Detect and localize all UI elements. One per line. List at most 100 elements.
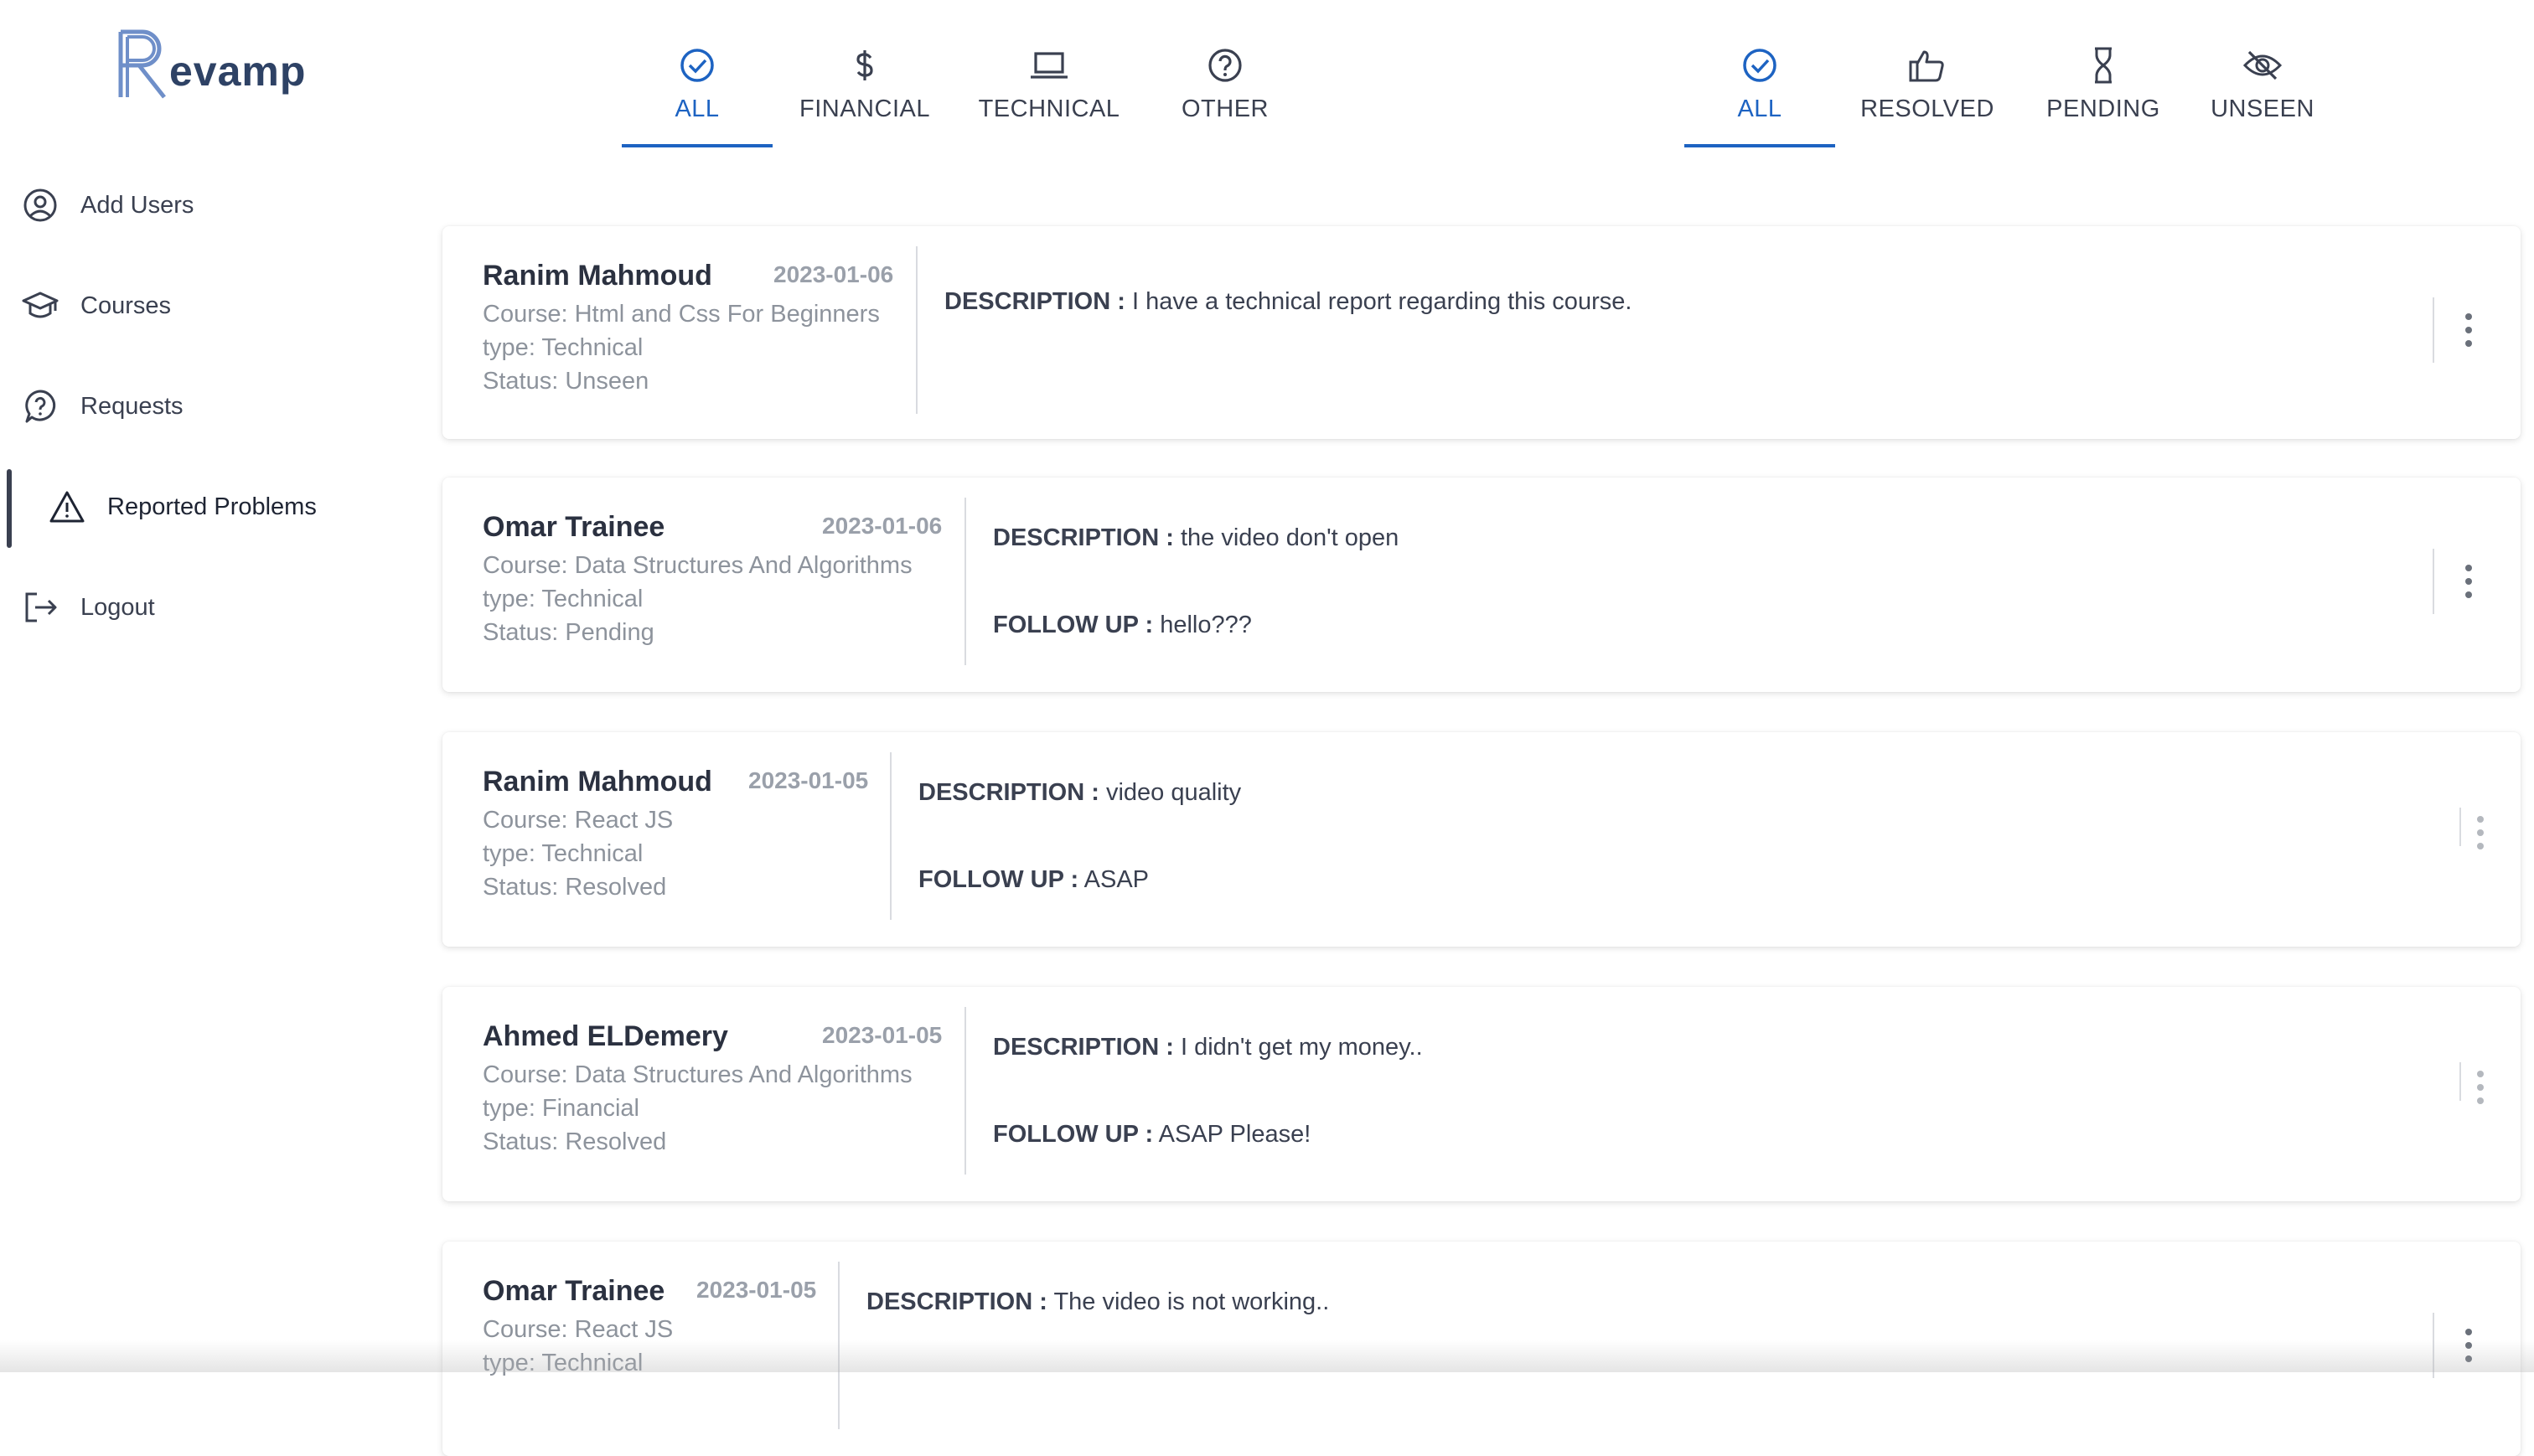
problem-date: 2023-01-05 [696, 1277, 817, 1303]
problem-meta: Ranim Mahmoud Course: React JS type: Tec… [483, 766, 712, 904]
tab-type-all[interactable]: ALL [622, 34, 773, 147]
more-options-icon[interactable] [2452, 548, 2485, 615]
divider [2459, 1062, 2461, 1101]
sidebar-item-reported-problems[interactable]: Reported Problems [0, 469, 402, 548]
problem-date: 2023-01-05 [822, 1022, 943, 1048]
active-indicator [7, 469, 12, 548]
tab-label: RESOLVED [1860, 96, 1994, 122]
sidebar-item-requests[interactable]: Requests [0, 369, 402, 444]
tab-label: OTHER [1182, 96, 1269, 122]
type-filter-tabs: ALL FINANCIAL TECHNICAL OTHER [622, 34, 1292, 151]
problem-card[interactable]: Ahmed ELDemery Course: Data Structures A… [442, 987, 2521, 1201]
divider [964, 1007, 966, 1175]
problem-description: DESCRIPTION : video quality [918, 779, 1241, 807]
dollar-icon [856, 50, 873, 80]
logout-icon [25, 592, 57, 622]
problem-status: Status: Unseen [483, 368, 649, 395]
follow-up-label: FOLLOW UP : [993, 1121, 1154, 1148]
sidebar-item-logout[interactable]: Logout [0, 570, 402, 645]
sidebar-item-courses[interactable]: Courses [0, 268, 402, 343]
divider [2433, 549, 2434, 614]
tab-label: TECHNICAL [978, 96, 1120, 122]
sidebar-item-label: Add Users [80, 191, 194, 219]
sidebar-item-label: Logout [80, 593, 155, 621]
follow-up-text: hello??? [1160, 612, 1252, 638]
sidebar-item-label: Requests [80, 392, 184, 420]
sidebar: evamp Add Users Courses Requests Reporte… [0, 0, 419, 1372]
question-bubble-icon [25, 390, 56, 423]
follow-up-label: FOLLOW UP : [993, 612, 1154, 638]
description-text: The video is not working.. [1053, 1288, 1330, 1315]
more-options-icon[interactable] [2464, 1054, 2497, 1121]
tab-type-other[interactable]: OTHER [1150, 34, 1301, 146]
tab-label: FINANCIAL [799, 96, 930, 122]
problem-description: DESCRIPTION : The video is not working.. [866, 1288, 1329, 1316]
check-circle-icon [1743, 49, 1776, 82]
problem-follow-up: FOLLOW UP : ASAP Please! [993, 1121, 1311, 1149]
tab-status-all[interactable]: ALL [1684, 34, 1835, 147]
problem-type: type: Technical [483, 586, 644, 612]
problem-description: DESCRIPTION : the video don't open [993, 524, 1399, 552]
revamp-logo[interactable]: evamp [116, 28, 334, 104]
divider [2459, 808, 2461, 846]
problem-card[interactable]: Omar Trainee Course: Data Structures And… [442, 478, 2521, 692]
tab-type-financial[interactable]: FINANCIAL [789, 34, 940, 146]
problem-status: Status: Resolved [483, 874, 667, 901]
graduation-cap-icon [22, 292, 59, 318]
sidebar-item-label: Reported Problems [107, 493, 317, 520]
divider [2433, 297, 2434, 363]
tab-status-unseen[interactable]: UNSEEN [2187, 34, 2338, 146]
reporter-name: Omar Trainee [483, 1275, 665, 1307]
problem-follow-up: FOLLOW UP : hello??? [993, 612, 1252, 639]
follow-up-label: FOLLOW UP : [918, 866, 1079, 893]
description-label: DESCRIPTION : [944, 288, 1125, 315]
status-filter-tabs: ALL RESOLVED PENDING UNSEEN [1684, 34, 2355, 151]
sidebar-item-label: Courses [80, 292, 171, 319]
thumbs-up-icon [1909, 50, 1944, 82]
description-label: DESCRIPTION : [993, 524, 1174, 551]
problem-date: 2023-01-06 [822, 513, 943, 539]
description-text: video quality [1105, 779, 1242, 806]
follow-up-text: ASAP Please! [1158, 1121, 1311, 1148]
problem-description: DESCRIPTION : I have a technical report … [944, 288, 1632, 316]
problem-status: Status: Resolved [483, 1128, 667, 1155]
description-text: the video don't open [1180, 524, 1399, 551]
tab-status-pending[interactable]: PENDING [2028, 34, 2179, 146]
sidebar-item-add-users[interactable]: Add Users [0, 168, 402, 243]
description-text: I didn't get my money.. [1180, 1034, 1423, 1061]
tab-label: UNSEEN [2211, 96, 2314, 122]
divider [890, 752, 892, 920]
description-label: DESCRIPTION : [866, 1288, 1047, 1315]
problem-type: type: Financial [483, 1095, 639, 1122]
problem-card[interactable]: Ranim Mahmoud Course: Html and Css For B… [442, 226, 2521, 439]
problem-description: DESCRIPTION : I didn't get my money.. [993, 1034, 1423, 1061]
description-label: DESCRIPTION : [993, 1034, 1174, 1061]
tab-label: ALL [1737, 96, 1782, 122]
revamp-r-logo [118, 29, 166, 99]
description-text: I have a technical report regarding this… [1131, 288, 1632, 315]
more-options-icon[interactable] [2464, 799, 2497, 866]
problem-status: Status: Pending [483, 619, 654, 646]
bottom-shadow [0, 1340, 2534, 1372]
eye-off-icon [2242, 50, 2283, 80]
reporter-name: Ranim Mahmoud [483, 766, 712, 798]
divider [916, 246, 918, 414]
warning-triangle-icon [49, 491, 85, 523]
tab-label: PENDING [2046, 96, 2160, 122]
problem-date: 2023-01-05 [748, 767, 869, 793]
logo-text: evamp [169, 48, 307, 95]
course-name: Course: Data Structures And Algorithms [483, 552, 913, 579]
course-name: Course: React JS [483, 807, 674, 834]
tab-label: ALL [675, 96, 720, 122]
more-options-icon[interactable] [2452, 297, 2485, 364]
divider [964, 498, 966, 665]
tab-status-resolved[interactable]: RESOLVED [1852, 34, 2003, 146]
description-label: DESCRIPTION : [918, 779, 1099, 806]
tab-type-technical[interactable]: TECHNICAL [974, 34, 1125, 146]
problem-date: 2023-01-06 [773, 261, 894, 287]
problem-card[interactable]: Ranim Mahmoud Course: React JS type: Tec… [442, 732, 2521, 947]
problem-follow-up: FOLLOW UP : ASAP [918, 866, 1149, 894]
problem-type: type: Technical [483, 840, 644, 867]
course-name: Course: Html and Css For Beginners [483, 301, 880, 328]
course-name: Course: Data Structures And Algorithms [483, 1061, 913, 1088]
